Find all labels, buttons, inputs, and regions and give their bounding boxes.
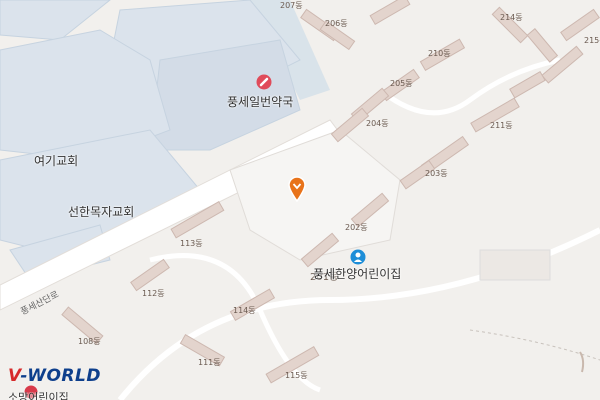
vworld-logo: V-WORLD	[8, 366, 101, 386]
building-label: 115동	[285, 371, 308, 380]
building-label: 203동	[425, 169, 448, 178]
building-label: 113동	[180, 239, 203, 248]
building-label: 111동	[198, 358, 221, 367]
building-label: 207동	[280, 1, 303, 10]
location-pin-icon[interactable]	[288, 176, 306, 203]
church-label[interactable]: 여기교회	[34, 152, 78, 169]
building-label: 211동	[490, 121, 513, 130]
building-label: 205동	[390, 79, 413, 88]
poi-label[interactable]: 소망어린이집	[8, 392, 69, 400]
logo-text: -WORLD	[20, 366, 101, 386]
building-label: 202동	[345, 223, 368, 232]
pharmacy-label[interactable]: 풍세일번약국	[227, 93, 293, 110]
building-label: 112동	[142, 289, 165, 298]
pharmacy-icon[interactable]	[256, 74, 272, 90]
map-view[interactable]: 206동 210동 214동 215동 205동 204동 211동 203동 …	[0, 0, 600, 400]
building-label: 204동	[366, 119, 389, 128]
logo-v: V	[8, 366, 21, 386]
church-label[interactable]: 선한목자교회	[68, 203, 134, 220]
building-label: 214동	[500, 13, 523, 22]
building-label: 215동	[584, 36, 600, 45]
building-label: 114동	[233, 306, 256, 315]
building-label: 210동	[428, 49, 451, 58]
building-label: 206동	[325, 19, 348, 28]
building-label: 108동	[78, 337, 101, 346]
map-marker-icon	[578, 350, 592, 374]
kindergarten-label[interactable]: 풍세한양어린이집	[313, 265, 401, 282]
kindergarten-icon[interactable]	[350, 249, 366, 265]
